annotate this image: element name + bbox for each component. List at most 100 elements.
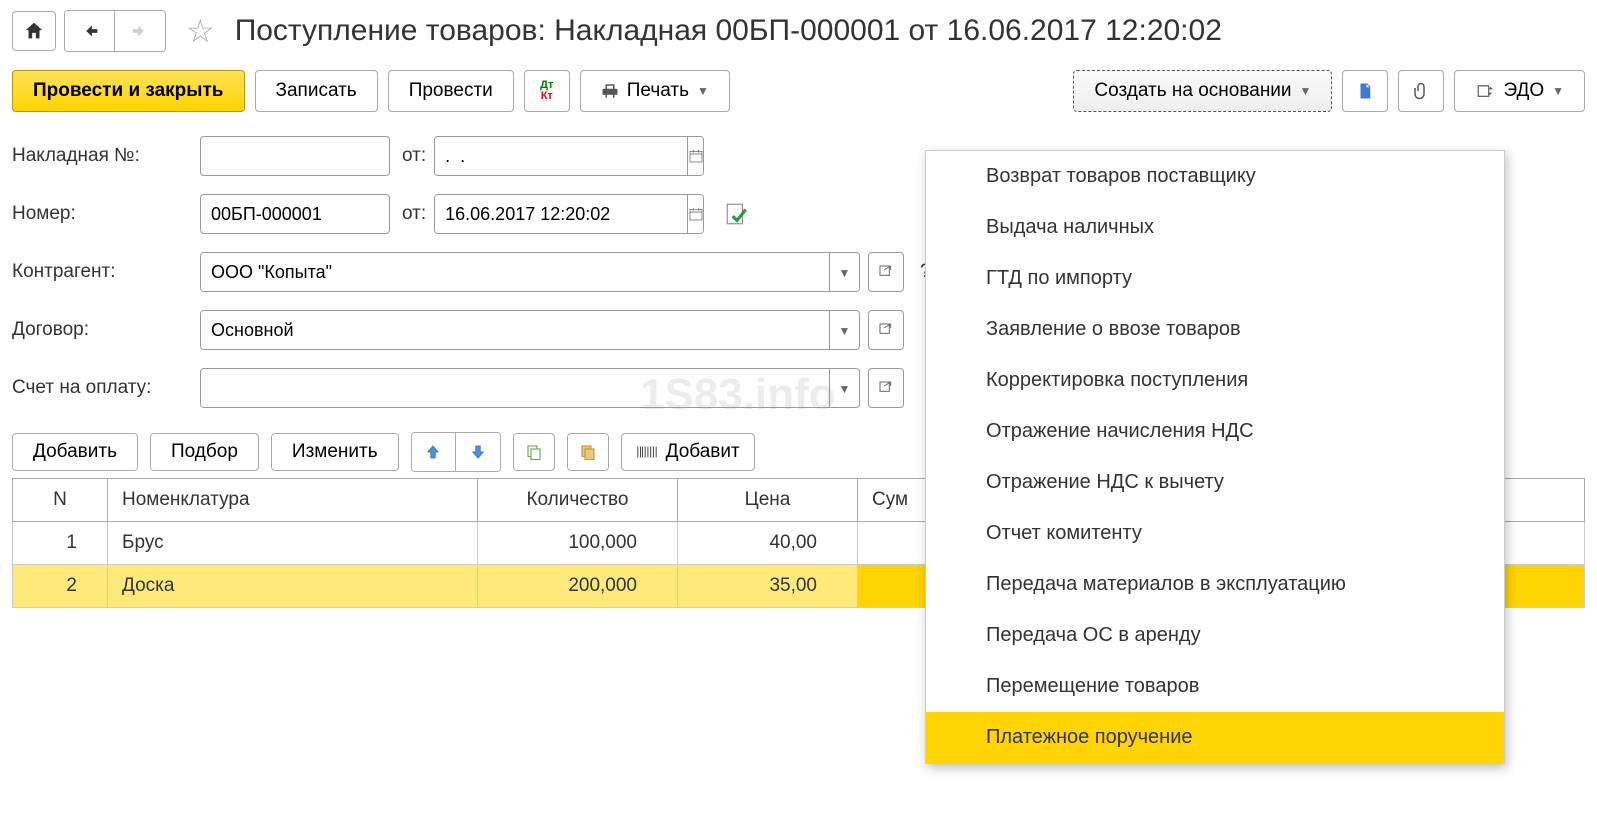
dropdown-item[interactable]: Выдача наличных — [926, 202, 1504, 253]
favorite-icon[interactable]: ☆ — [186, 12, 215, 50]
calendar-button[interactable] — [687, 137, 704, 175]
col-n[interactable]: N — [13, 479, 108, 522]
cell-qty: 200,000 — [478, 565, 678, 608]
col-nomenclature[interactable]: Номенклатура — [108, 479, 478, 522]
contract-dropdown-button[interactable]: ▼ — [829, 311, 859, 349]
print-button[interactable]: Печать ▼ — [580, 70, 730, 112]
dtkt-icon: ДтКт — [540, 80, 553, 102]
col-price[interactable]: Цена — [678, 479, 858, 522]
edo-label: ЭДО — [1503, 80, 1544, 102]
nav-group — [64, 10, 166, 52]
edit-button[interactable]: Изменить — [271, 433, 399, 471]
open-icon — [878, 322, 894, 338]
cell-nomenclature: Доска — [108, 565, 478, 608]
contragent-wrap: ▼ — [200, 252, 860, 292]
cell-price: 40,00 — [678, 522, 858, 565]
dropdown-item[interactable]: Передача материалов в эксплуатацию — [926, 559, 1504, 610]
number-date-input[interactable] — [435, 195, 687, 233]
post-and-close-button[interactable]: Провести и закрыть — [12, 70, 245, 112]
post-button[interactable]: Провести — [388, 70, 514, 112]
cell-qty: 100,000 — [478, 522, 678, 565]
arrow-left-icon — [79, 20, 101, 42]
payment-invoice-input[interactable] — [201, 369, 829, 407]
home-button[interactable] — [12, 11, 56, 51]
forward-button[interactable] — [115, 11, 165, 51]
invoice-date-input[interactable] — [435, 137, 687, 175]
contragent-dropdown-button[interactable]: ▼ — [829, 253, 859, 291]
move-down-button[interactable] — [456, 433, 500, 471]
header-bar: ☆ Поступление товаров: Накладная 00БП-00… — [12, 10, 1585, 52]
edo-button[interactable]: ЭДО ▼ — [1454, 70, 1585, 112]
chevron-down-icon: ▼ — [839, 382, 851, 396]
save-button[interactable]: Записать — [255, 70, 378, 112]
paste-button[interactable] — [567, 433, 609, 471]
payment-invoice-wrap: ▼ — [200, 368, 860, 408]
number-date-wrap — [434, 194, 704, 234]
page-title: Поступление товаров: Накладная 00БП-0000… — [235, 14, 1222, 48]
home-icon — [23, 20, 45, 42]
contract-open-button[interactable] — [868, 310, 904, 350]
arrow-right-icon — [129, 20, 151, 42]
edo-icon — [1475, 82, 1495, 100]
dropdown-item[interactable]: Возврат товаров поставщику — [926, 151, 1504, 202]
cell-n: 1 — [13, 522, 108, 565]
contragent-open-button[interactable] — [868, 252, 904, 292]
payment-invoice-open-button[interactable] — [868, 368, 904, 408]
move-up-button[interactable] — [412, 433, 456, 471]
add-by-barcode-button[interactable]: Добавит — [621, 433, 755, 471]
print-label: Печать — [627, 80, 689, 102]
create-based-on-label: Создать на основании — [1094, 80, 1291, 102]
dropdown-item[interactable]: Передача ОС в аренду — [926, 610, 1504, 661]
cell-price: 35,00 — [678, 565, 858, 608]
invoice-no-input[interactable] — [200, 136, 390, 176]
debit-credit-button[interactable]: ДтКт — [524, 70, 570, 112]
barcode-icon — [636, 444, 658, 460]
number-from-label: от: — [402, 203, 426, 225]
back-button[interactable] — [65, 11, 115, 51]
chevron-down-icon: ▼ — [1300, 84, 1312, 98]
open-icon — [878, 264, 894, 280]
printer-icon — [601, 82, 619, 100]
document-icon — [1356, 82, 1374, 100]
report-button[interactable] — [1342, 70, 1388, 112]
move-group — [411, 432, 501, 472]
chevron-down-icon: ▼ — [839, 324, 851, 338]
contragent-label: Контрагент: — [12, 261, 192, 283]
dropdown-item[interactable]: Отчет комитенту — [926, 508, 1504, 559]
dropdown-item[interactable]: ГТД по импорту — [926, 253, 1504, 304]
copy-button[interactable] — [513, 433, 555, 471]
dropdown-item[interactable]: Отражение начисления НДС — [926, 406, 1504, 457]
cell-n: 2 — [13, 565, 108, 608]
contract-label: Договор: — [12, 319, 192, 341]
posted-indicator — [722, 199, 752, 229]
add-row-button[interactable]: Добавить — [12, 433, 138, 471]
col-qty[interactable]: Количество — [478, 479, 678, 522]
create-based-on-button[interactable]: Создать на основании ▼ — [1073, 70, 1332, 112]
invoice-no-label: Накладная №: — [12, 145, 192, 167]
dropdown-item[interactable]: Заявление о ввозе товаров — [926, 304, 1504, 355]
arrow-down-icon — [469, 443, 487, 461]
contract-wrap: ▼ — [200, 310, 860, 350]
contragent-input[interactable] — [201, 253, 829, 291]
check-page-icon — [724, 201, 750, 227]
paperclip-icon — [1412, 80, 1430, 102]
dropdown-item[interactable]: Корректировка поступления — [926, 355, 1504, 406]
barcode-label: Добавит — [666, 441, 740, 463]
invoice-date-wrap — [434, 136, 704, 176]
dropdown-item[interactable]: Перемещение товаров — [926, 661, 1504, 712]
calendar-button[interactable] — [687, 195, 704, 233]
number-input[interactable] — [200, 194, 390, 234]
chevron-down-icon: ▼ — [697, 84, 709, 98]
payment-invoice-label: Счет на оплату: — [12, 377, 192, 399]
chevron-down-icon: ▼ — [1552, 84, 1564, 98]
chevron-down-icon: ▼ — [839, 266, 851, 280]
invoice-from-label: от: — [402, 145, 426, 167]
payment-invoice-dropdown-button[interactable]: ▼ — [829, 369, 859, 407]
attachment-button[interactable] — [1398, 70, 1444, 112]
main-toolbar: Провести и закрыть Записать Провести ДтК… — [12, 70, 1585, 112]
calendar-icon — [688, 148, 704, 164]
dropdown-item[interactable]: Отражение НДС к вычету — [926, 457, 1504, 508]
pick-button[interactable]: Подбор — [150, 433, 259, 471]
contract-input[interactable] — [201, 311, 829, 349]
dropdown-item[interactable]: Платежное поручение — [926, 712, 1504, 763]
